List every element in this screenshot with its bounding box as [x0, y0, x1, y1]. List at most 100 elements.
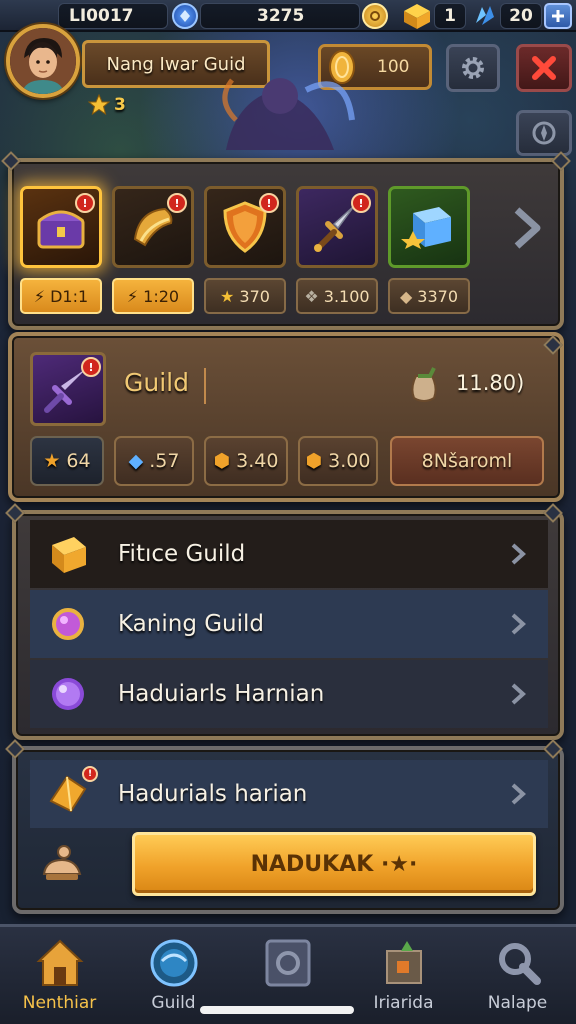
guild-action-button[interactable]: 8Nšaroml	[390, 436, 544, 486]
guild-stat-value: 64	[66, 450, 91, 472]
compass-icon	[532, 121, 556, 145]
star-icon: ★	[43, 450, 61, 472]
currency-2-box: 1	[434, 3, 466, 29]
guild-stat-chip[interactable]: ⬢ 3.40	[204, 436, 288, 486]
item-stat-value: 1:20	[143, 286, 180, 306]
item-stat-value: 3370	[417, 286, 459, 306]
gold-shard-icon: !	[42, 766, 98, 820]
plus-icon	[552, 10, 564, 22]
item-slot-blue-crystal-box[interactable]	[388, 186, 470, 268]
nav-label: Nalape	[487, 993, 548, 1013]
item-slot-ornate-dagger[interactable]: !	[296, 186, 378, 268]
guild-panel-title: Guild	[124, 368, 189, 397]
gold-block-icon	[42, 528, 94, 580]
player-id-text: LI0017	[69, 6, 134, 26]
shield-icon	[265, 939, 310, 987]
portrait-icon	[10, 28, 76, 94]
guild-stat-value: .57	[149, 450, 180, 472]
item-stat-value: 3.100	[323, 286, 370, 306]
gold-nugget-icon: ⬢	[305, 450, 323, 472]
guild-stat-chip[interactable]: ◆ .57	[114, 436, 194, 486]
settings-button[interactable]	[446, 44, 500, 92]
star-icon: ★	[220, 286, 235, 306]
notification-badge: !	[81, 357, 101, 377]
notification-badge: !	[75, 193, 95, 213]
claim-reward-button[interactable]: NADUKAK ·★·	[132, 832, 536, 896]
gold-nugget-icon: ⬢	[213, 450, 231, 472]
item-stat-value: 370	[239, 286, 270, 306]
guild-list-item[interactable]: Haduiarls Harnian	[30, 660, 548, 728]
guild-emblem[interactable]: !	[30, 352, 106, 426]
nav-label: Guild	[151, 993, 196, 1013]
crystal-box-icon	[401, 207, 451, 249]
claim-reward-label: NADUKAK ·★·	[250, 851, 418, 877]
gear-icon	[462, 57, 484, 79]
gold-cube-icon	[402, 2, 432, 30]
notification-badge: !	[259, 193, 279, 213]
chevron-right-icon	[511, 543, 526, 565]
item-stat-value: D1:1	[50, 286, 89, 306]
map-icon	[385, 941, 422, 984]
nav-item-home[interactable]: Nenthiar	[2, 927, 117, 1024]
pink-gem-icon	[42, 598, 94, 650]
currency-2-value: 1	[444, 6, 456, 26]
pouch-icon	[411, 367, 437, 402]
player-id-box: LI0017	[58, 3, 168, 29]
guild-stat-value: 3.00	[328, 450, 371, 472]
blue-crystal-icon	[470, 3, 498, 29]
blue-gem-icon	[172, 3, 198, 29]
currency-1-box: 3275	[200, 3, 360, 29]
feather-icon: ❖	[304, 286, 319, 306]
title-divider	[204, 368, 206, 404]
item-slot-golden-shield[interactable]: !	[204, 186, 286, 268]
guild-stat-value: 3.40	[236, 450, 279, 472]
item-slot-purple-chest[interactable]: !	[20, 186, 102, 268]
notification-badge: !	[167, 193, 187, 213]
currency-3-box: 20	[500, 3, 542, 29]
guild-list-item-label: Kaning Guild	[118, 611, 265, 637]
item-slot-golden-scroll[interactable]: !	[112, 186, 194, 268]
item-stat-tab[interactable]: ❖ 3.100	[296, 278, 378, 314]
nav-item-settings[interactable]: Nalape	[460, 927, 575, 1024]
settings-icon	[498, 943, 541, 985]
currency-1-value: 3275	[257, 6, 305, 26]
mini-map-button[interactable]	[516, 110, 572, 156]
guild-stat-chip[interactable]: ⬢ 3.00	[298, 436, 378, 486]
blue-gem-icon: ◆	[128, 450, 144, 472]
scroll-right-button[interactable]	[500, 198, 552, 258]
coin-value: 100	[377, 57, 410, 77]
currency-3-value: 20	[509, 6, 533, 26]
add-currency-button[interactable]	[544, 3, 572, 29]
notification-badge: !	[351, 193, 371, 213]
nav-label: Iriarida	[373, 993, 434, 1013]
chevron-right-icon	[511, 683, 526, 705]
status-bar: LI0017 3275 1 20	[0, 0, 576, 32]
resource-value: 11.80)	[456, 371, 525, 395]
home-indicator[interactable]	[200, 1006, 354, 1014]
player-level: 3	[88, 94, 126, 116]
player-avatar[interactable]	[6, 24, 80, 98]
chevron-right-icon	[511, 613, 526, 635]
daily-row[interactable]: ! Hadurials harian	[30, 760, 548, 828]
chevron-right-icon	[514, 207, 541, 249]
item-stat-tab[interactable]: ⚡ 1:20	[112, 278, 194, 314]
chevron-right-icon	[511, 783, 526, 805]
item-stat-tab[interactable]: ⚡ D1:1	[20, 278, 102, 314]
guild-list-item-label: Haduiarls Harnian	[118, 681, 325, 707]
globe-icon	[150, 939, 197, 987]
home-icon	[36, 939, 83, 986]
hero-character-art	[206, 60, 356, 156]
item-stat-tab[interactable]: ★ 370	[204, 278, 286, 314]
notification-badge: !	[82, 766, 98, 782]
player-level-value: 3	[114, 95, 126, 115]
resource-readout: 11.80)	[404, 362, 524, 404]
nav-label: Nenthiar	[22, 993, 97, 1013]
daily-row-label: Hadurials harian	[118, 781, 308, 807]
purple-orb-icon	[42, 668, 94, 720]
close-button[interactable]	[516, 44, 572, 92]
guild-list-item[interactable]: Fitıce Guild	[30, 520, 548, 588]
item-stat-tab[interactable]: ◆ 3370	[388, 278, 470, 314]
guild-list-item[interactable]: Kaning Guild	[30, 590, 548, 658]
guild-stat-chip[interactable]: ★ 64	[30, 436, 104, 486]
nav-item-map[interactable]: Iriarida	[346, 927, 461, 1024]
